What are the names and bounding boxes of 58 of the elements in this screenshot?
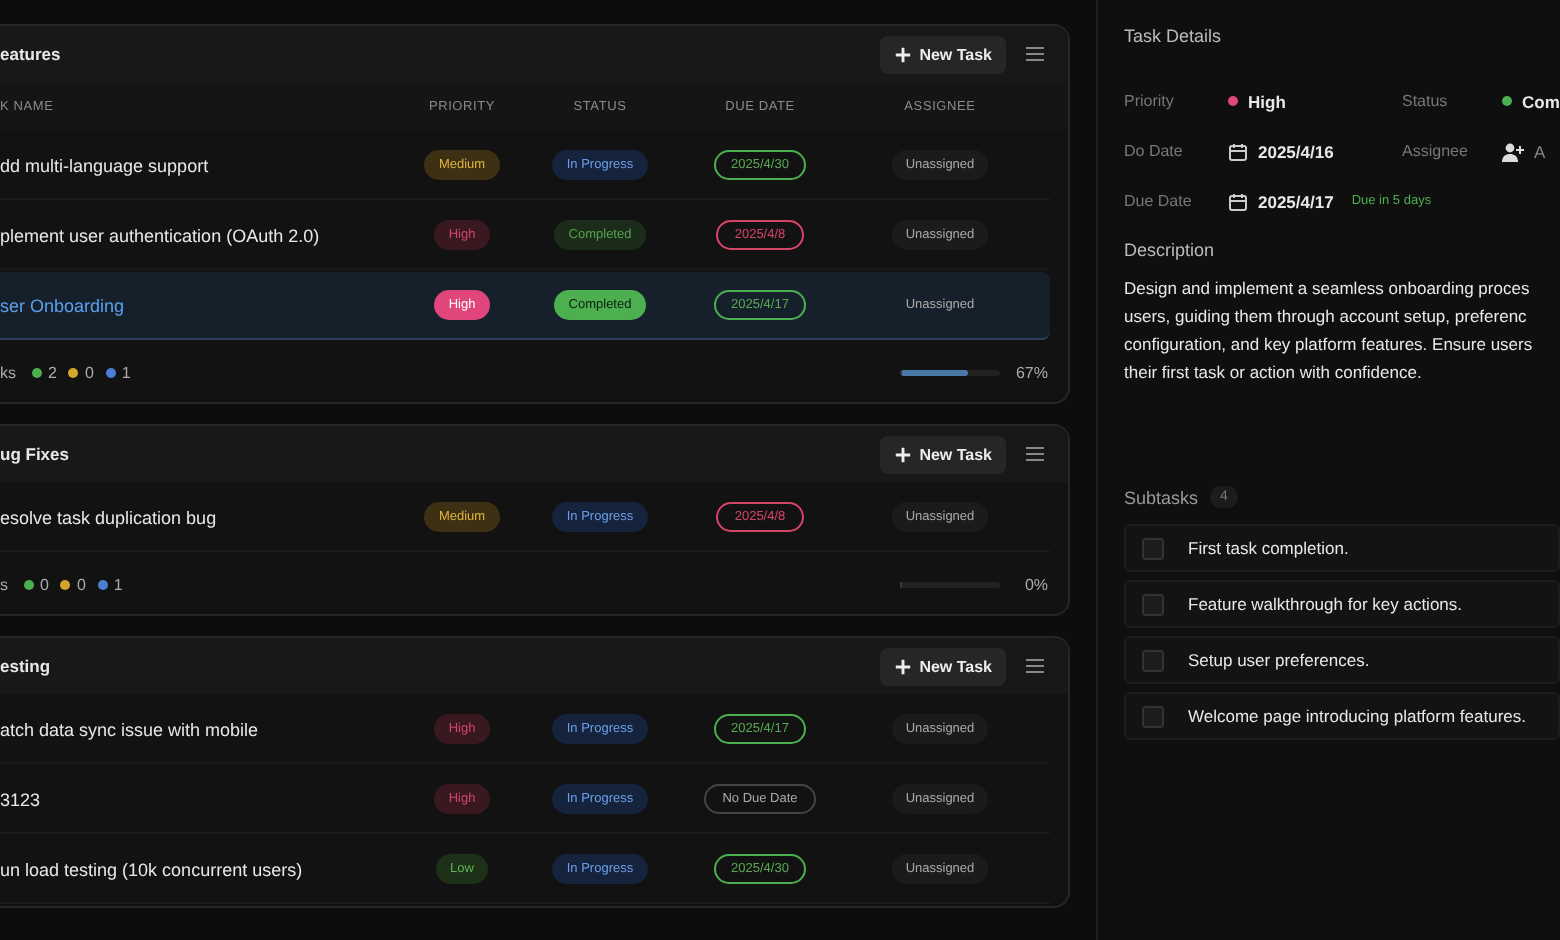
status-count: 1 (113, 575, 123, 593)
assignee-value[interactable]: A (1534, 141, 1546, 161)
plus-icon (893, 657, 912, 675)
add-user-icon[interactable] (1502, 141, 1524, 161)
task-name: plement user authentication (OAuth 2.0) (0, 225, 322, 245)
subtask-checkbox[interactable] (1142, 593, 1164, 615)
subtask-text: Feature walkthrough for key actions. (1188, 594, 1463, 614)
field-label: Priority (1124, 92, 1176, 110)
plus-icon (893, 445, 912, 463)
group-title: eatures (0, 44, 63, 64)
status-count: 1 (121, 363, 131, 381)
subtask-item[interactable]: Welcome page introducing platform features. (1124, 692, 1560, 740)
field-label: Assignee (1402, 142, 1470, 160)
progress-percent: 0% (1022, 575, 1048, 593)
subtask-checkbox[interactable] (1142, 705, 1164, 727)
task-name: atch data sync issue with mobile (0, 719, 261, 739)
task-name: un load testing (10k concurrent users) (0, 859, 305, 879)
footer-label: s (0, 575, 8, 593)
subtask-checkbox[interactable] (1142, 537, 1164, 559)
menu-icon[interactable] (1026, 446, 1044, 462)
footer-label: ks (0, 363, 16, 381)
task-name: esolve task duplication bug (0, 507, 219, 527)
field-label: Due Date (1124, 192, 1194, 210)
description-title: Description (1124, 240, 1217, 260)
due-date-value: 2025/4/17 (1258, 191, 1334, 211)
status-count: 0 (40, 575, 49, 593)
group-title: ug Fixes (0, 444, 71, 464)
subtask-text: Welcome page introducing platform features. (1188, 706, 1526, 726)
menu-icon[interactable] (1026, 46, 1044, 62)
field-label: Status (1402, 92, 1450, 110)
details-title: Task Details (1124, 26, 1224, 50)
field-label: Do Date (1124, 142, 1185, 160)
task-name: ser Onboarding (0, 295, 127, 315)
new-task-button[interactable]: New Task (879, 647, 1006, 685)
menu-icon[interactable] (1026, 658, 1044, 674)
subtask-text: First task completion. (1188, 538, 1349, 558)
priority-value: High (1248, 91, 1286, 111)
status-count: 0 (84, 363, 94, 381)
do-date-value: 2025/4/16 (1258, 141, 1334, 161)
group-title: esting (0, 656, 53, 676)
subtask-item[interactable]: Setup user preferences. (1124, 636, 1560, 684)
calendar-icon (1228, 141, 1248, 161)
calendar-icon (1228, 191, 1248, 211)
subtasks-title: Subtasks (1124, 487, 1199, 507)
subtask-item[interactable]: First task completion. (1124, 524, 1560, 572)
new-task-button[interactable]: New Task (879, 435, 1006, 473)
subtask-item[interactable]: Feature walkthrough for key actions. (1124, 580, 1560, 628)
status-count: 0 (76, 575, 86, 593)
progress-percent: 67% (1013, 363, 1048, 381)
status-value: Com (1522, 91, 1560, 111)
task-name: 3123 (0, 789, 43, 809)
plus-icon (893, 45, 912, 63)
status-count: 2 (48, 363, 57, 381)
description-text: Design and implement a seamless onboarding proces users, guiding them through account setup, preferenc configuration, and key platform features. Ensure users their first task or action with confidence. (1124, 276, 1535, 386)
new-task-button[interactable]: New Task (879, 35, 1006, 73)
task-name: dd multi-language support (0, 155, 211, 175)
subtask-checkbox[interactable] (1142, 649, 1164, 671)
subtask-text: Setup user preferences. (1188, 650, 1370, 670)
